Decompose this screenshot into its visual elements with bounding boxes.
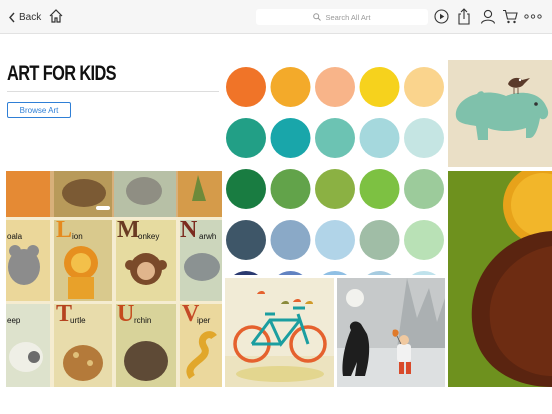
color-swatch-dot xyxy=(359,67,400,107)
back-button[interactable]: Back xyxy=(9,9,41,25)
alphabet-letter: U xyxy=(117,301,135,327)
cart-icon[interactable] xyxy=(502,9,518,24)
bicycle-artwork xyxy=(225,278,334,387)
color-swatch-dot xyxy=(315,67,355,107)
alphabet-word: oala xyxy=(7,232,23,241)
color-dots-artwork xyxy=(226,67,444,275)
color-swatch-dot xyxy=(359,118,400,158)
alphabet-word: eep xyxy=(7,316,21,325)
search-input[interactable]: Search All Art xyxy=(256,9,428,25)
alphabet-word: onkey xyxy=(138,232,160,241)
top-toolbar: Back Search All Art xyxy=(0,0,552,34)
search-placeholder: Search All Art xyxy=(325,12,371,22)
color-swatch-dot xyxy=(226,220,266,260)
color-swatch-dot xyxy=(226,118,266,158)
color-swatch-dot xyxy=(404,220,444,260)
color-swatch-dot xyxy=(315,169,355,209)
color-swatch-dot xyxy=(412,271,436,275)
chevron-left-icon xyxy=(9,12,15,22)
alphabet-row: eep T urtle U rchin V iper xyxy=(6,301,222,344)
title-divider xyxy=(7,91,219,92)
search-icon xyxy=(313,13,322,21)
alphabet-artwork xyxy=(6,171,222,387)
bicycle-art-tile[interactable] xyxy=(225,278,334,387)
page-title: ART FOR KIDS xyxy=(7,62,117,85)
abstract-artwork xyxy=(448,171,552,387)
bear-art-tile[interactable] xyxy=(337,278,445,387)
alphabet-row: oala L ion M onkey N arwh xyxy=(6,217,222,260)
color-swatch-dot xyxy=(359,220,400,260)
color-swatch-dot xyxy=(315,220,355,260)
color-swatch-dot xyxy=(367,271,392,275)
alphabet-art-tile[interactable]: oala L ion M onkey N arwh eep T urtle U … xyxy=(6,171,222,387)
play-circle-icon[interactable] xyxy=(434,9,449,24)
color-swatch-dot xyxy=(226,67,266,107)
abstract-art-tile[interactable] xyxy=(448,171,552,387)
alphabet-letter: M xyxy=(117,217,140,243)
color-swatch-dot xyxy=(404,169,444,209)
home-icon[interactable] xyxy=(48,8,64,24)
color-swatch-dot xyxy=(270,118,311,158)
color-swatch-dot xyxy=(359,169,400,209)
color-swatch-dot xyxy=(234,271,258,275)
color-swatch-dot xyxy=(323,271,347,275)
alphabet-word: ion xyxy=(72,232,83,241)
color-dots-art-tile[interactable] xyxy=(225,60,447,275)
color-swatch-dot xyxy=(404,118,444,158)
color-swatch-dot xyxy=(270,169,311,209)
browse-art-button[interactable]: Browse Art xyxy=(7,102,71,118)
color-swatch-dot xyxy=(404,67,444,107)
user-icon[interactable] xyxy=(480,9,496,24)
alphabet-word: urtle xyxy=(70,316,86,325)
color-swatch-dot xyxy=(315,118,355,158)
back-label: Back xyxy=(19,11,42,23)
color-swatch-dot xyxy=(270,220,311,260)
share-icon[interactable] xyxy=(457,8,471,25)
alphabet-letter: L xyxy=(56,217,73,243)
hippo-art-tile[interactable] xyxy=(448,60,552,167)
alphabet-word: arwh xyxy=(199,232,217,241)
alphabet-letter: N xyxy=(180,217,198,243)
alphabet-word: rchin xyxy=(134,316,152,325)
color-swatch-dot xyxy=(278,271,303,275)
color-swatch-dot xyxy=(270,67,311,107)
bear-artwork xyxy=(337,278,445,387)
hippo-artwork xyxy=(448,60,552,167)
alphabet-word: iper xyxy=(197,316,211,325)
more-icon[interactable] xyxy=(524,14,542,19)
color-swatch-dot xyxy=(226,169,266,209)
